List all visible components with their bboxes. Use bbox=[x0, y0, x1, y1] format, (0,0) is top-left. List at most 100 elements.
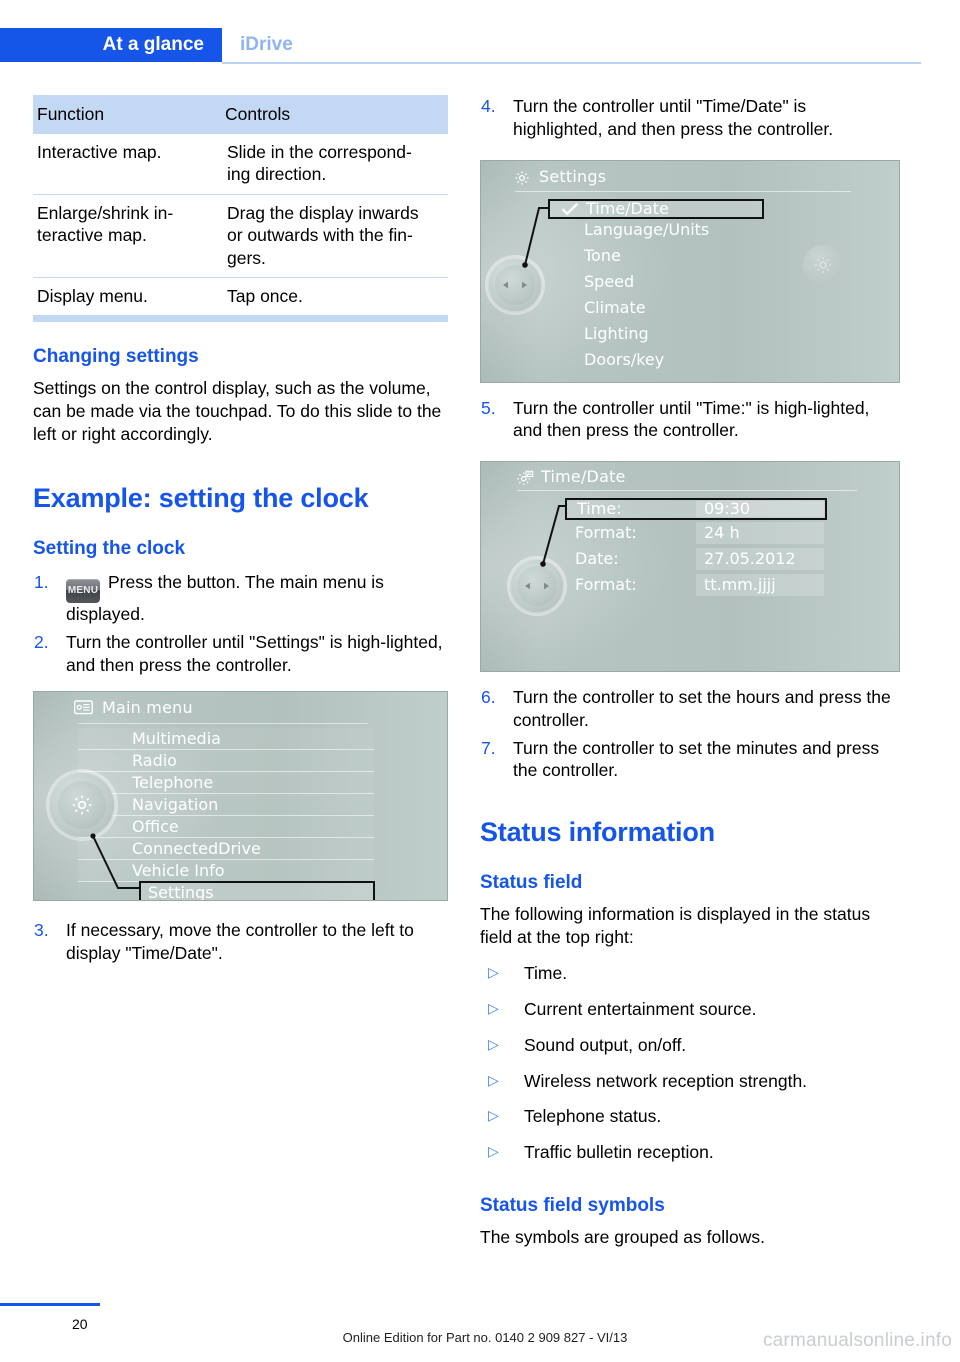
steps-5: 5. Turn the controller until "Time:" is … bbox=[480, 397, 900, 443]
cell-function: Display menu. bbox=[37, 285, 148, 306]
watermark: carmanualsonline.info bbox=[762, 1330, 952, 1351]
list-item: ▷ Wireless network reception strength. bbox=[480, 1070, 900, 1093]
step-text: Press the button. The main menu is displ… bbox=[66, 572, 384, 625]
step-number: 1. bbox=[34, 572, 49, 593]
step-text: Turn the controller to set the hours and… bbox=[513, 687, 891, 730]
step-text: If necessary, move the controller to the… bbox=[66, 920, 414, 964]
triangle-bullet-icon: ▷ bbox=[488, 1143, 499, 1160]
list-item: 2. Turn the controller until "Settings" … bbox=[33, 631, 448, 677]
triangle-bullet-icon: ▷ bbox=[488, 1071, 499, 1088]
footer-rule bbox=[0, 1303, 100, 1306]
manual-page: At a glance iDrive Function Controls Int… bbox=[0, 0, 960, 1362]
page-number: 20 bbox=[72, 1316, 88, 1332]
header-divider bbox=[222, 62, 921, 64]
table-row: Enlarge/shrink in- teractive map. Drag t… bbox=[33, 194, 448, 278]
step-text: Turn the controller until "Settings" is … bbox=[66, 631, 443, 675]
tab-idrive[interactable]: iDrive bbox=[240, 28, 293, 62]
setting-clock-steps-continued: 3. If necessary, move the controller to … bbox=[33, 919, 448, 965]
screen-title-icon bbox=[513, 169, 531, 191]
screen-title: Settings bbox=[539, 166, 607, 186]
gear-icon bbox=[515, 170, 529, 185]
timedate-value-format-time[interactable]: 24 h bbox=[696, 522, 824, 544]
settings-item-language-units[interactable]: Language/Units bbox=[584, 219, 709, 241]
timedate-value-format-date[interactable]: tt.mm.jjjj bbox=[696, 574, 824, 596]
menu-item-vehicle-info[interactable]: Vehicle Info bbox=[78, 860, 374, 883]
list-item: 7. Turn the controller to set the minute… bbox=[480, 737, 900, 783]
settings-item-speed[interactable]: Speed bbox=[584, 271, 634, 293]
title-divider bbox=[517, 490, 857, 491]
bullet-text: Time. bbox=[524, 963, 568, 984]
steps-4: 4. Turn the controller until "Time/Date"… bbox=[480, 95, 900, 141]
heading-status-field-symbols: Status field symbols bbox=[480, 1194, 665, 1216]
settings-item-doors-key[interactable]: Doors/key bbox=[584, 349, 664, 371]
steps-6-7: 6. Turn the controller to set the hours … bbox=[480, 686, 900, 782]
menu-item-telephone[interactable]: Telephone bbox=[78, 772, 374, 795]
settings-item-time-date[interactable]: Time/Date bbox=[548, 198, 764, 219]
paragraph-status-field: The following information is displayed i… bbox=[480, 903, 871, 947]
right-column: 4. Turn the controller until "Time/Date"… bbox=[480, 95, 900, 1248]
column-header-function: Function bbox=[33, 95, 223, 134]
list-item: ▷ Sound output, on/off. bbox=[480, 1034, 900, 1057]
settings-item-tone[interactable]: Tone bbox=[584, 245, 621, 267]
cell-controls: Drag the display inwards or outwards wit… bbox=[223, 194, 448, 278]
cell-controls: Slide in the correspond- ing direction. bbox=[223, 134, 448, 195]
triangle-bullet-icon: ▷ bbox=[488, 1107, 499, 1124]
settings-item-climate[interactable]: Climate bbox=[584, 297, 646, 319]
bullet-text: Sound output, on/off. bbox=[524, 1034, 687, 1055]
list-item: ▷ Time. bbox=[480, 962, 900, 985]
table-row: Interactive map. Slide in the correspond… bbox=[33, 134, 448, 195]
timedate-screenshot: Time/Date Time: 09:30 Format: 24 h Date:… bbox=[480, 461, 900, 672]
gear-icon bbox=[814, 256, 832, 273]
timedate-label-format-time: Format: bbox=[575, 523, 637, 542]
edition-note: Online Edition for Part no. 0140 2 909 8… bbox=[342, 1330, 628, 1345]
heading-example-setting-clock: Example: setting the clock bbox=[33, 483, 369, 514]
bullet-text: Wireless network reception strength. bbox=[524, 1070, 808, 1091]
title-divider bbox=[78, 723, 368, 725]
controls-table: Function Controls Interactive map. Slide… bbox=[33, 95, 448, 315]
timedate-value-time[interactable]: 09:30 bbox=[696, 501, 824, 517]
menu-item-settings[interactable]: Settings bbox=[139, 881, 375, 901]
left-right-arrows-icon bbox=[503, 281, 527, 288]
cell-function: Interactive map. bbox=[33, 134, 223, 195]
screen-title: Time/Date bbox=[541, 467, 626, 486]
page-header: At a glance iDrive bbox=[0, 28, 960, 64]
bullet-text: Telephone status. bbox=[524, 1106, 662, 1127]
step-number: 5. bbox=[481, 397, 496, 418]
column-header-controls: Controls bbox=[223, 95, 448, 134]
menu-item-multimedia[interactable]: Multimedia bbox=[78, 728, 374, 751]
triangle-bullet-icon: ▷ bbox=[488, 1035, 499, 1052]
paragraph-changing-settings: Settings on the control display, such as… bbox=[33, 378, 442, 444]
screen-title: Main menu bbox=[102, 698, 193, 718]
heading-status-information: Status information bbox=[480, 817, 715, 847]
list-menu-icon bbox=[73, 700, 94, 715]
list-item: 3. If necessary, move the controller to … bbox=[33, 919, 448, 965]
left-right-knob-button[interactable] bbox=[489, 258, 541, 311]
main-menu-screenshot: Main menu Multimedia Radio Telephone Nav… bbox=[33, 691, 448, 902]
menu-item-connecteddrive[interactable]: ConnectedDrive bbox=[78, 838, 374, 861]
left-column: Function Controls Interactive map. Slide… bbox=[33, 95, 448, 970]
triangle-bullet-icon: ▷ bbox=[488, 964, 499, 981]
tab-at-a-glance[interactable]: At a glance bbox=[0, 28, 222, 62]
settings-item-lighting[interactable]: Lighting bbox=[584, 323, 649, 345]
heading-changing-settings: Changing settings bbox=[33, 346, 199, 368]
settings-screenshot: Settings Time/Date Language/Units Tone S… bbox=[480, 159, 900, 383]
left-right-knob-button[interactable] bbox=[511, 560, 563, 612]
cell-function: Enlarge/shrink in- teractive map. bbox=[33, 194, 223, 278]
table-bottom-rule bbox=[33, 315, 448, 323]
step-number: 2. bbox=[34, 631, 49, 652]
timedate-value-date[interactable]: 27.05.2012 bbox=[696, 548, 824, 570]
list-item: ▷ Current entertainment source. bbox=[480, 998, 900, 1021]
paragraph-status-field-symbols: The symbols are grouped as follows. bbox=[480, 1226, 765, 1247]
list-item: 4. Turn the controller until "Time/Date"… bbox=[480, 95, 900, 141]
side-gear-button[interactable] bbox=[803, 244, 843, 285]
heading-status-field: Status field bbox=[480, 872, 583, 894]
list-item: ▷ Traffic bulletin reception. bbox=[480, 1141, 900, 1164]
setting-clock-steps: 1. MENU Press the button. The main menu i… bbox=[33, 571, 448, 676]
screen-title-icon bbox=[515, 469, 534, 491]
step-text: Turn the controller until "Time/Date" is… bbox=[513, 96, 834, 139]
menu-item-navigation[interactable]: Navigation bbox=[78, 794, 374, 817]
gear-icon bbox=[72, 796, 92, 815]
menu-item-office[interactable]: Office bbox=[78, 816, 374, 839]
menu-item-radio[interactable]: Radio bbox=[78, 750, 374, 773]
list-item: 6. Turn the controller to set the hours … bbox=[480, 686, 900, 732]
